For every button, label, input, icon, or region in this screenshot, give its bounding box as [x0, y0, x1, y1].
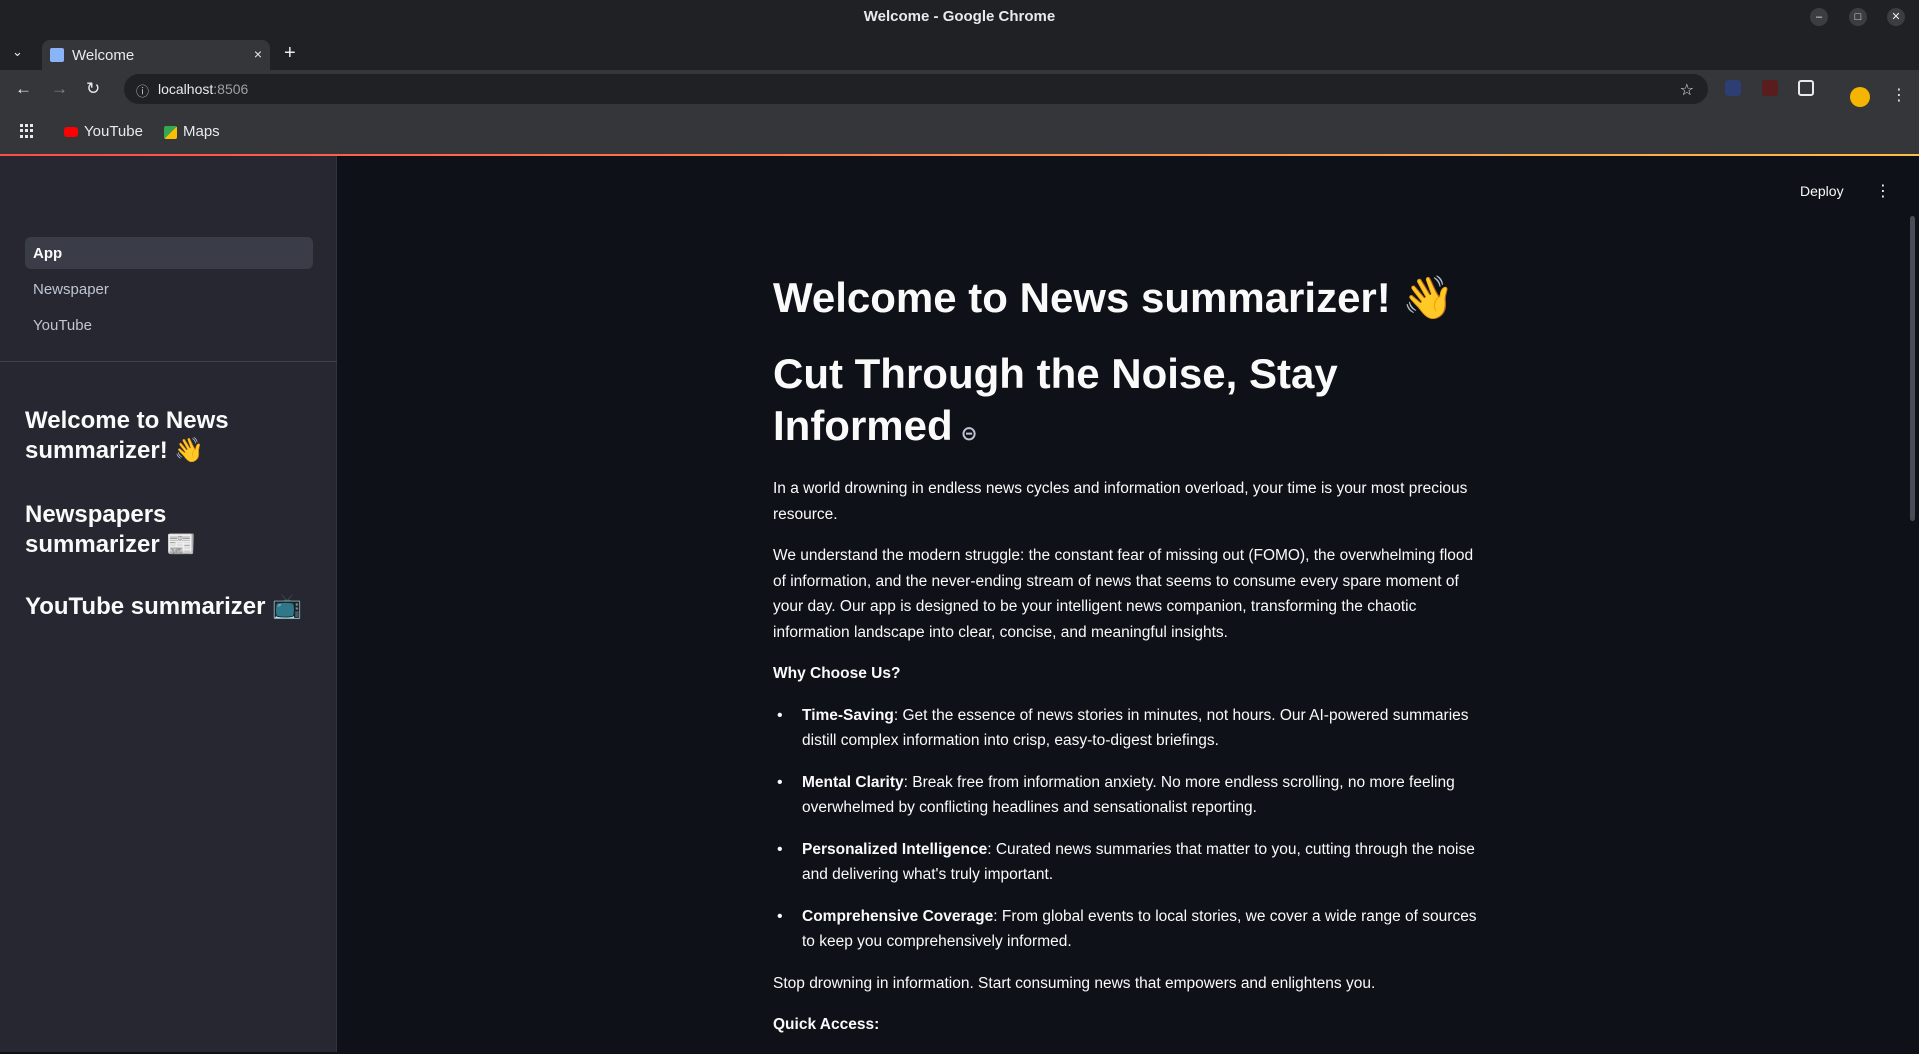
- minimize-icon[interactable]: –: [1810, 8, 1828, 26]
- maps-icon: [164, 125, 177, 139]
- extensions-puzzle-icon[interactable]: [1798, 80, 1814, 96]
- bookmarks-bar: YouTube Maps: [0, 108, 1919, 154]
- anchor-link-icon[interactable]: ⊝: [961, 423, 978, 445]
- why-heading: Why Choose Us?: [773, 665, 901, 682]
- profile-avatar[interactable]: [1850, 87, 1870, 107]
- window-title: Welcome - Google Chrome: [863, 8, 1056, 25]
- sidebar-nav-youtube[interactable]: YouTube: [25, 309, 313, 341]
- main-scrollbar[interactable]: [1910, 216, 1915, 521]
- sidebar-nav-app[interactable]: App: [25, 237, 313, 269]
- closing-paragraph: Stop drowning in information. Start cons…: [773, 974, 1376, 992]
- sidebar-heading-youtube: YouTube summarizer 📺: [25, 593, 303, 620]
- list-item: Personalized Intelligence: Curated news …: [773, 837, 1483, 888]
- intro-paragraph: In a world drowning in endless news cycl…: [773, 480, 1468, 523]
- new-tab-plus-icon[interactable]: +: [284, 42, 296, 65]
- reload-icon[interactable]: ↻: [86, 79, 100, 99]
- site-info-icon[interactable]: ⓘ: [136, 81, 149, 100]
- main-content: Welcome to News summarizer! 👋 Cut Throug…: [773, 262, 1483, 1054]
- window-titlebar: Welcome - Google Chrome – □ ✕: [0, 0, 1919, 34]
- page-favicon-icon: [50, 48, 64, 62]
- tab-search-chevron-icon[interactable]: ⌄: [12, 44, 23, 60]
- list-item: Comprehensive Coverage: From global even…: [773, 904, 1483, 955]
- sidebar-heading-newspapers: Newspapers summarizer 📰: [25, 501, 197, 558]
- address-bar[interactable]: ⓘ localhost:8506 ☆: [124, 74, 1708, 104]
- quick-access-heading: Quick Access:: [773, 1016, 880, 1033]
- bookmark-youtube[interactable]: YouTube: [64, 123, 143, 140]
- bookmark-maps[interactable]: Maps: [164, 123, 220, 140]
- maximize-icon[interactable]: □: [1849, 8, 1867, 26]
- tab-welcome[interactable]: Welcome ×: [42, 40, 270, 70]
- sidebar-divider: [0, 361, 337, 362]
- struggle-paragraph: We understand the modern struggle: the c…: [773, 547, 1474, 641]
- address-url: localhost:8506: [158, 81, 249, 97]
- list-item: Mental Clarity: Break free from informat…: [773, 770, 1483, 821]
- sidebar: App Newspaper YouTube Welcome to News su…: [0, 156, 337, 1052]
- browser-toolbar: ← → ↻ ⓘ localhost:8506 ☆: [0, 70, 1919, 108]
- apps-grid-icon[interactable]: [20, 124, 34, 138]
- features-list: Time-Saving: Get the essence of news sto…: [773, 703, 1483, 955]
- app-menu-icon[interactable]: ⋮: [1875, 181, 1891, 201]
- deploy-button[interactable]: Deploy: [1800, 183, 1844, 199]
- close-window-icon[interactable]: ✕: [1887, 8, 1905, 26]
- list-item: Time-Saving: Get the essence of news sto…: [773, 703, 1483, 754]
- page-subtitle: Cut Through the Noise, Stay Informed ⊝: [773, 350, 1338, 449]
- back-arrow-icon[interactable]: ←: [15, 79, 32, 99]
- bookmark-star-icon[interactable]: ☆: [1680, 80, 1694, 100]
- forward-arrow-icon[interactable]: →: [51, 79, 68, 99]
- tab-close-icon[interactable]: ×: [254, 46, 262, 62]
- sidebar-nav-newspaper[interactable]: Newspaper: [25, 273, 313, 305]
- extension-icon[interactable]: [1762, 80, 1778, 96]
- page-title: Welcome to News summarizer! 👋: [773, 274, 1455, 321]
- extension-icon[interactable]: [1725, 80, 1741, 96]
- tab-label: Welcome: [72, 47, 135, 64]
- youtube-icon: [64, 127, 78, 138]
- sidebar-heading-welcome: Welcome to News summarizer! 👋: [25, 407, 229, 464]
- chrome-menu-icon[interactable]: ⋮: [1891, 85, 1907, 105]
